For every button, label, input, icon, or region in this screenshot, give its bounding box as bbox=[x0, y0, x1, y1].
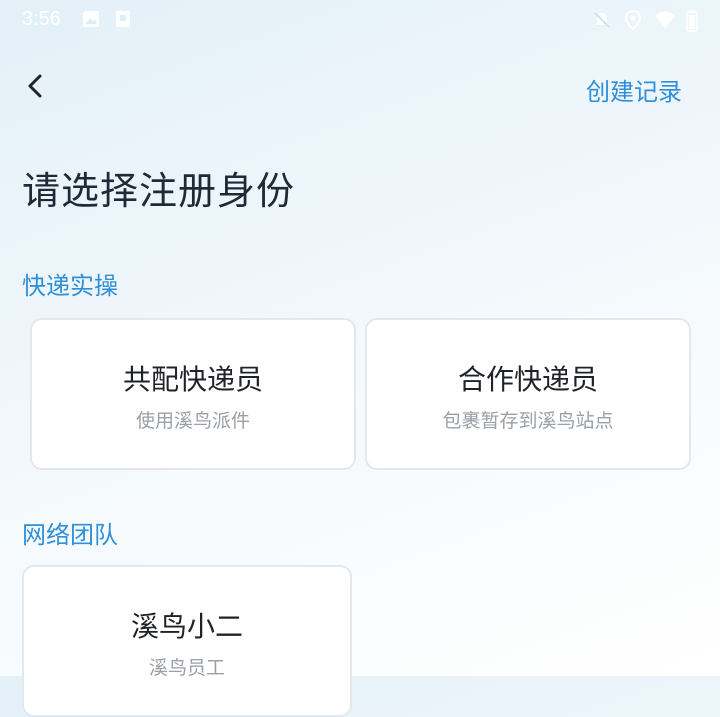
back-arrow-icon bbox=[18, 74, 58, 110]
back-button[interactable] bbox=[18, 66, 58, 106]
card-subtitle: 包裹暂存到溪鸟站点 bbox=[442, 410, 614, 432]
battery-icon bbox=[686, 10, 698, 36]
page-title: 请选择注册身份 bbox=[22, 169, 296, 213]
role-card-partner-courier[interactable]: 合作快递员 包裹暂存到溪鸟站点 bbox=[365, 318, 691, 470]
status-bar: 3:56 bbox=[0, 0, 720, 40]
card-title: 合作快递员 bbox=[457, 363, 598, 396]
nav-bar: 创建记录 bbox=[0, 58, 720, 114]
create-record-link[interactable]: 创建记录 bbox=[586, 72, 682, 107]
image-icon bbox=[82, 10, 100, 32]
wifi-icon bbox=[654, 10, 676, 34]
role-card-shared-courier[interactable]: 共配快递员 使用溪鸟派件 bbox=[30, 318, 356, 470]
card-title: 溪鸟小二 bbox=[130, 610, 243, 643]
section-title-network-team: 网络团队 bbox=[22, 521, 118, 549]
card-subtitle: 使用溪鸟派件 bbox=[135, 410, 250, 432]
status-time: 3:56 bbox=[22, 8, 61, 30]
role-card-xiniao-staff[interactable]: 溪鸟小二 溪鸟员工 bbox=[22, 565, 352, 717]
card-title: 共配快递员 bbox=[122, 363, 263, 396]
notification-icon bbox=[114, 10, 132, 32]
mute-icon bbox=[592, 10, 612, 34]
section-title-express: 快递实操 bbox=[22, 272, 118, 300]
location-icon bbox=[624, 9, 642, 34]
